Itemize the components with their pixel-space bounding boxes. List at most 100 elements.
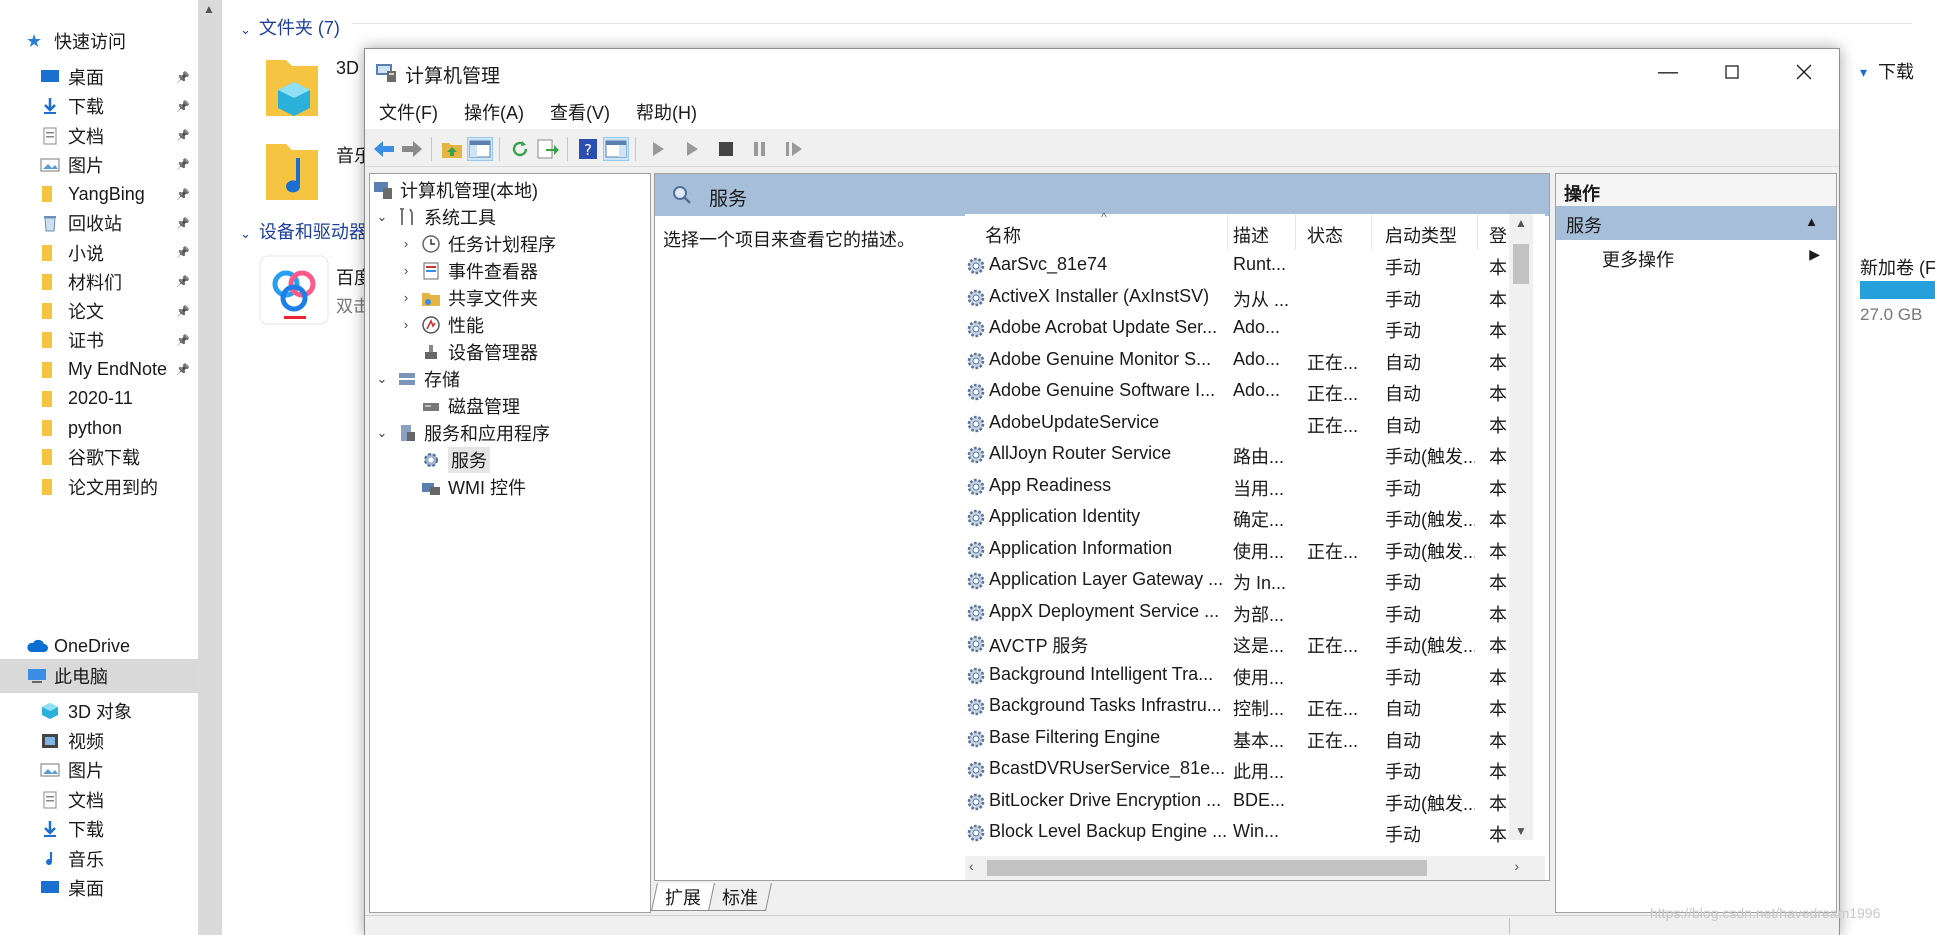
pause-service-button[interactable] (747, 137, 773, 161)
service-row[interactable]: App Readiness 当用... 手动 本 (965, 471, 1509, 503)
show-hide-action-pane-button[interactable] (603, 137, 629, 161)
tree-services[interactable]: 服务 (420, 446, 490, 473)
pin-icon[interactable]: 📌 (176, 246, 190, 259)
column-logon[interactable]: 登 (1489, 222, 1507, 248)
nav-scrollbar[interactable]: ▲ (198, 0, 222, 935)
service-row[interactable]: BitLocker Drive Encryption ... BDE... 手动(触… (965, 786, 1509, 818)
up-level-button[interactable] (439, 137, 465, 161)
new-volume-label[interactable]: 新加卷 (F (1860, 254, 1935, 280)
title-bar[interactable]: 计算机管理 — (365, 49, 1839, 95)
scroll-thumb[interactable] (1513, 244, 1529, 284)
tree-services-apps[interactable]: ⌄ 服务和应用程序 (374, 419, 550, 446)
service-row[interactable]: Adobe Acrobat Update Ser... Ado... 手动 本 (965, 313, 1509, 345)
forward-button[interactable] (399, 137, 425, 161)
column-status[interactable]: 状态 (1307, 222, 1343, 248)
more-actions-item[interactable]: 更多操作 (1602, 246, 1674, 272)
tree-event-viewer[interactable]: › 事件查看器 (398, 257, 538, 284)
chevron-down-icon[interactable]: ⌄ (374, 209, 390, 225)
start-service-button[interactable] (645, 137, 671, 161)
tree-device-manager[interactable]: 设备管理器 (420, 338, 538, 365)
service-row[interactable]: AdobeUpdateService 正在... 自动 本 (965, 408, 1509, 440)
drives-section-header[interactable]: ⌄ 设备和驱动器 (240, 218, 367, 244)
tree-storage[interactable]: ⌄ 存储 (374, 365, 460, 392)
folders-section-header[interactable]: ⌄ 文件夹 (7) (240, 14, 340, 40)
menu-help[interactable]: 帮助(H) (636, 99, 697, 125)
pin-icon[interactable]: 📌 (176, 158, 190, 171)
scroll-down-icon[interactable]: ▼ (1515, 824, 1527, 838)
column-separator[interactable] (1371, 214, 1372, 250)
nav-quick-access[interactable]: ★ 快速访问 (0, 24, 198, 58)
service-row[interactable]: Background Intelligent Tra... 使用... 手动 本 (965, 660, 1509, 692)
service-row[interactable]: Background Tasks Infrastru... 控制... 正在... 自… (965, 691, 1509, 723)
show-hide-console-tree-button[interactable] (467, 137, 493, 161)
list-vertical-scrollbar[interactable]: ▲ ▼ (1509, 214, 1533, 840)
column-name[interactable]: 名称 (985, 222, 1021, 248)
baidu-netdisk-icon[interactable] (258, 254, 330, 331)
nav-onedrive[interactable]: OneDrive (0, 629, 198, 663)
service-row[interactable]: AarSvc_81e74 Runt... 手动 本 (965, 250, 1509, 282)
minimize-button[interactable]: — (1632, 49, 1704, 95)
tree-disk-management[interactable]: 磁盘管理 (420, 392, 520, 419)
chevron-down-icon[interactable]: ⌄ (374, 425, 390, 441)
service-row[interactable]: BcastDVRUserService_81e... 此用... 手动 本 (965, 754, 1509, 786)
chevron-down-icon[interactable]: ⌄ (374, 371, 390, 387)
column-startup-type[interactable]: 启动类型 (1385, 222, 1457, 248)
chevron-right-icon[interactable]: › (398, 317, 414, 332)
help-button[interactable]: ? (575, 137, 601, 161)
tree-root[interactable]: 计算机管理(本地) (372, 176, 538, 203)
service-row[interactable]: Block Level Backup Engine ... Win... 手动 本 (965, 817, 1509, 849)
chevron-right-icon[interactable]: › (398, 263, 414, 278)
service-row[interactable]: AVCTP 服务 这是... 正在... 手动(触发... 本 (965, 628, 1509, 660)
service-row[interactable]: ActiveX Installer (AxInstSV) 为从 ... 手动 本 (965, 282, 1509, 314)
3d-objects-folder-icon[interactable] (264, 52, 320, 123)
tab-extended[interactable]: 扩展 (651, 883, 715, 911)
tree-shared-folders[interactable]: › 共享文件夹 (398, 284, 538, 311)
scroll-thumb[interactable] (987, 860, 1427, 876)
collapse-up-icon[interactable]: ▲ (1805, 214, 1818, 229)
service-row[interactable]: AllJoyn Router Service 路由... 手动(触发... 本 (965, 439, 1509, 471)
service-row[interactable]: Application Information 使用... 正在... 手动(触发..… (965, 534, 1509, 566)
tree-task-scheduler[interactable]: › 任务计划程序 (398, 230, 556, 257)
pc-nav-item[interactable]: 桌面 (0, 871, 198, 905)
nav-this-pc[interactable]: 此电脑 (0, 659, 198, 693)
pin-icon[interactable]: 📌 (176, 129, 190, 142)
column-separator[interactable] (1295, 214, 1296, 250)
pin-icon[interactable]: 📌 (176, 217, 190, 230)
service-row[interactable]: Adobe Genuine Monitor S... Ado... 正在... 自动 本 (965, 345, 1509, 377)
column-description[interactable]: 描述 (1233, 222, 1269, 248)
refresh-button[interactable] (507, 137, 533, 161)
service-row[interactable]: Application Identity 确定... 手动(触发... 本 (965, 502, 1509, 534)
actions-services-section[interactable]: 服务 ▲ (1556, 206, 1836, 240)
pin-icon[interactable]: 📌 (176, 334, 190, 347)
menu-action[interactable]: 操作(A) (464, 99, 524, 125)
pin-icon[interactable]: 📌 (176, 305, 190, 318)
maximize-button[interactable] (1696, 49, 1768, 95)
pin-icon[interactable]: 📌 (176, 275, 190, 288)
chevron-right-icon[interactable]: › (398, 236, 414, 251)
scroll-right-icon[interactable]: › (1514, 858, 1519, 874)
scroll-up-icon[interactable]: ▲ (203, 2, 215, 16)
tree-performance[interactable]: › 性能 (398, 311, 484, 338)
tab-standard[interactable]: 标准 (708, 883, 772, 911)
pin-icon[interactable]: 📌 (176, 71, 190, 84)
menu-view[interactable]: 查看(V) (550, 99, 610, 125)
close-button[interactable] (1768, 49, 1840, 95)
nav-item[interactable]: 论文用到的 (0, 470, 198, 504)
tree-system-tools[interactable]: ⌄ 系统工具 (374, 203, 496, 230)
column-separator[interactable] (1477, 214, 1478, 250)
service-row[interactable]: Application Layer Gateway ... 为 In... 手动 本 (965, 565, 1509, 597)
folder-download-label[interactable]: 下载 (1878, 58, 1914, 84)
restart-service-button[interactable] (781, 137, 807, 161)
export-list-button[interactable] (535, 137, 561, 161)
menu-file[interactable]: 文件(F) (379, 99, 438, 125)
folder-3d-label[interactable]: 3D (336, 58, 359, 79)
music-folder-icon[interactable] (264, 136, 320, 207)
service-row[interactable]: Base Filtering Engine 基本... 正在... 自动 本 (965, 723, 1509, 755)
scroll-up-icon[interactable]: ▲ (1515, 216, 1527, 230)
pin-icon[interactable]: 📌 (176, 188, 190, 201)
service-row[interactable]: AppX Deployment Service ... 为部... 手动 本 (965, 597, 1509, 629)
list-horizontal-scrollbar[interactable]: ‹ › (965, 856, 1545, 880)
service-row[interactable]: Adobe Genuine Software I... Ado... 正在... 自动… (965, 376, 1509, 408)
start-service-alt-button[interactable] (679, 137, 705, 161)
chevron-right-icon[interactable]: › (398, 290, 414, 305)
